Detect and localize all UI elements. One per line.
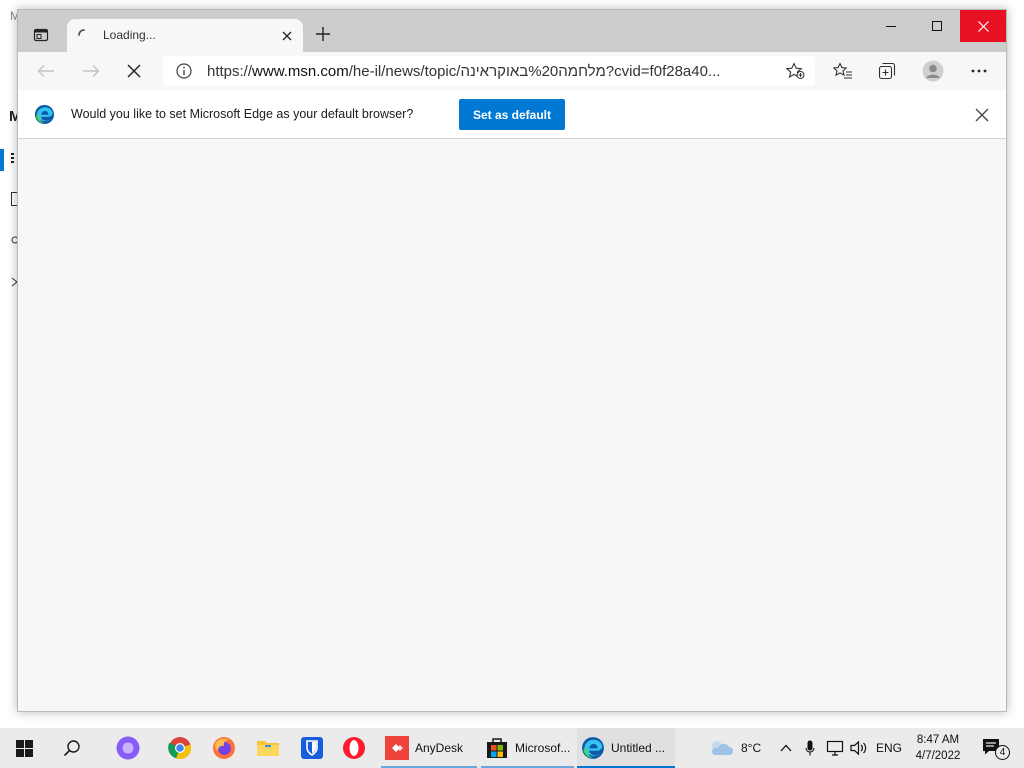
opera-icon [343, 737, 365, 759]
background-app-selection-indicator [0, 149, 4, 171]
volume-tray-icon[interactable] [847, 728, 871, 768]
taskbar-app-label: Untitled ... [611, 741, 666, 755]
windows-logo-icon [15, 739, 33, 757]
forward-button[interactable] [78, 59, 104, 83]
collections-icon [878, 62, 896, 80]
speaker-icon [850, 740, 867, 756]
microphone-tray-icon[interactable] [799, 728, 821, 768]
taskbar-file-explorer[interactable] [246, 728, 290, 768]
weather-widget[interactable]: 8°C [708, 728, 761, 768]
chevron-up-icon [780, 744, 792, 752]
search-button[interactable] [50, 728, 94, 768]
taskbar-clock[interactable]: 8:47 AM 4/7/2022 [905, 732, 971, 764]
new-tab-button[interactable] [314, 25, 332, 43]
minimize-icon [886, 26, 896, 27]
taskbar-firefox[interactable] [202, 728, 246, 768]
notification-count-badge: 4 [995, 745, 1010, 760]
taskbar-app-label: Microsof... [515, 741, 571, 755]
active-tab[interactable]: Loading... [67, 19, 303, 52]
network-tray-icon[interactable] [823, 728, 847, 768]
clock-time: 8:47 AM [916, 734, 960, 746]
url-text[interactable]: https://www.msn.com/he-il/news/topic/מלח… [207, 63, 777, 80]
default-browser-infobar: Would you like to set Microsoft Edge as … [18, 90, 1006, 139]
microphone-icon [805, 740, 815, 756]
set-as-default-button[interactable]: Set as default [459, 99, 565, 130]
url-scheme: https:// [207, 63, 253, 80]
more-ellipsis-icon [971, 69, 987, 73]
cortana-icon [116, 736, 140, 760]
start-button[interactable] [2, 728, 46, 768]
taskbar: AnyDesk Microsof... Untitled ... 8°C ENG [0, 728, 1024, 768]
weather-temperature: 8°C [741, 741, 762, 755]
profile-button[interactable] [920, 59, 946, 83]
shield-icon [301, 737, 323, 759]
back-arrow-icon [37, 65, 54, 77]
page-content-area[interactable] [18, 140, 1006, 711]
url-path: /he-il/news/topic/מלחמה%20באוקראינה?cvid… [348, 63, 721, 80]
taskbar-app-anydesk[interactable]: AnyDesk [381, 728, 477, 768]
stop-icon [127, 64, 141, 78]
taskbar-app-microsoft-store[interactable]: Microsof... [481, 728, 574, 768]
infobar-close-icon[interactable] [974, 107, 990, 123]
plus-icon [316, 27, 330, 41]
navigation-toolbar: https://www.msn.com/he-il/news/topic/מלח… [18, 52, 1006, 90]
settings-and-more-button[interactable] [966, 59, 992, 83]
title-bar[interactable]: Loading... [18, 10, 1006, 52]
taskbar-chrome[interactable] [158, 728, 202, 768]
browser-window: Loading... https://www.msn.com/he-il/new… [17, 9, 1007, 712]
taskbar-bitwarden[interactable] [290, 728, 334, 768]
infobar-message: Would you like to set Microsoft Edge as … [71, 107, 414, 121]
partly-cloudy-icon [711, 741, 733, 755]
show-hidden-icons-button[interactable] [775, 728, 797, 768]
collections-button[interactable] [874, 59, 900, 83]
add-to-favorites-icon[interactable] [785, 62, 805, 80]
taskbar-app-label: AnyDesk [415, 741, 464, 755]
back-button[interactable] [33, 59, 59, 83]
loading-spinner-icon [78, 29, 85, 36]
address-bar[interactable]: https://www.msn.com/he-il/news/topic/מלח… [163, 56, 815, 86]
taskbar-app-edge[interactable]: Untitled ... [577, 728, 675, 768]
tab-actions-menu-icon[interactable] [32, 26, 50, 44]
stop-loading-button[interactable] [121, 59, 147, 83]
edge-logo-icon [34, 104, 55, 125]
tab-title: Loading... [103, 28, 156, 42]
window-close-button[interactable] [960, 10, 1006, 42]
cortana-button[interactable] [106, 728, 150, 768]
favorites-button[interactable] [830, 59, 856, 83]
action-center-button[interactable]: 4 [977, 728, 1011, 768]
network-icon [826, 740, 844, 756]
avatar-icon [922, 60, 944, 82]
minimize-button[interactable] [868, 10, 914, 42]
maximize-button[interactable] [914, 10, 960, 42]
input-language-indicator[interactable]: ENG [876, 728, 902, 768]
close-icon [977, 20, 989, 32]
search-icon [63, 740, 80, 757]
clock-date: 4/7/2022 [915, 750, 961, 762]
folder-icon [257, 741, 279, 756]
site-info-icon[interactable] [176, 63, 192, 79]
favorites-star-list-icon [833, 62, 852, 79]
language-label: ENG [876, 741, 903, 755]
chrome-icon [168, 737, 192, 760]
anydesk-icon [385, 736, 409, 760]
maximize-icon [932, 21, 942, 31]
firefox-icon [213, 737, 235, 759]
taskbar-opera[interactable] [332, 728, 376, 768]
forward-arrow-icon [83, 65, 100, 77]
tab-close-icon[interactable] [280, 29, 294, 43]
url-host: www.msn.com [252, 63, 349, 80]
edge-icon [582, 737, 604, 759]
microsoft-store-icon [487, 738, 507, 758]
